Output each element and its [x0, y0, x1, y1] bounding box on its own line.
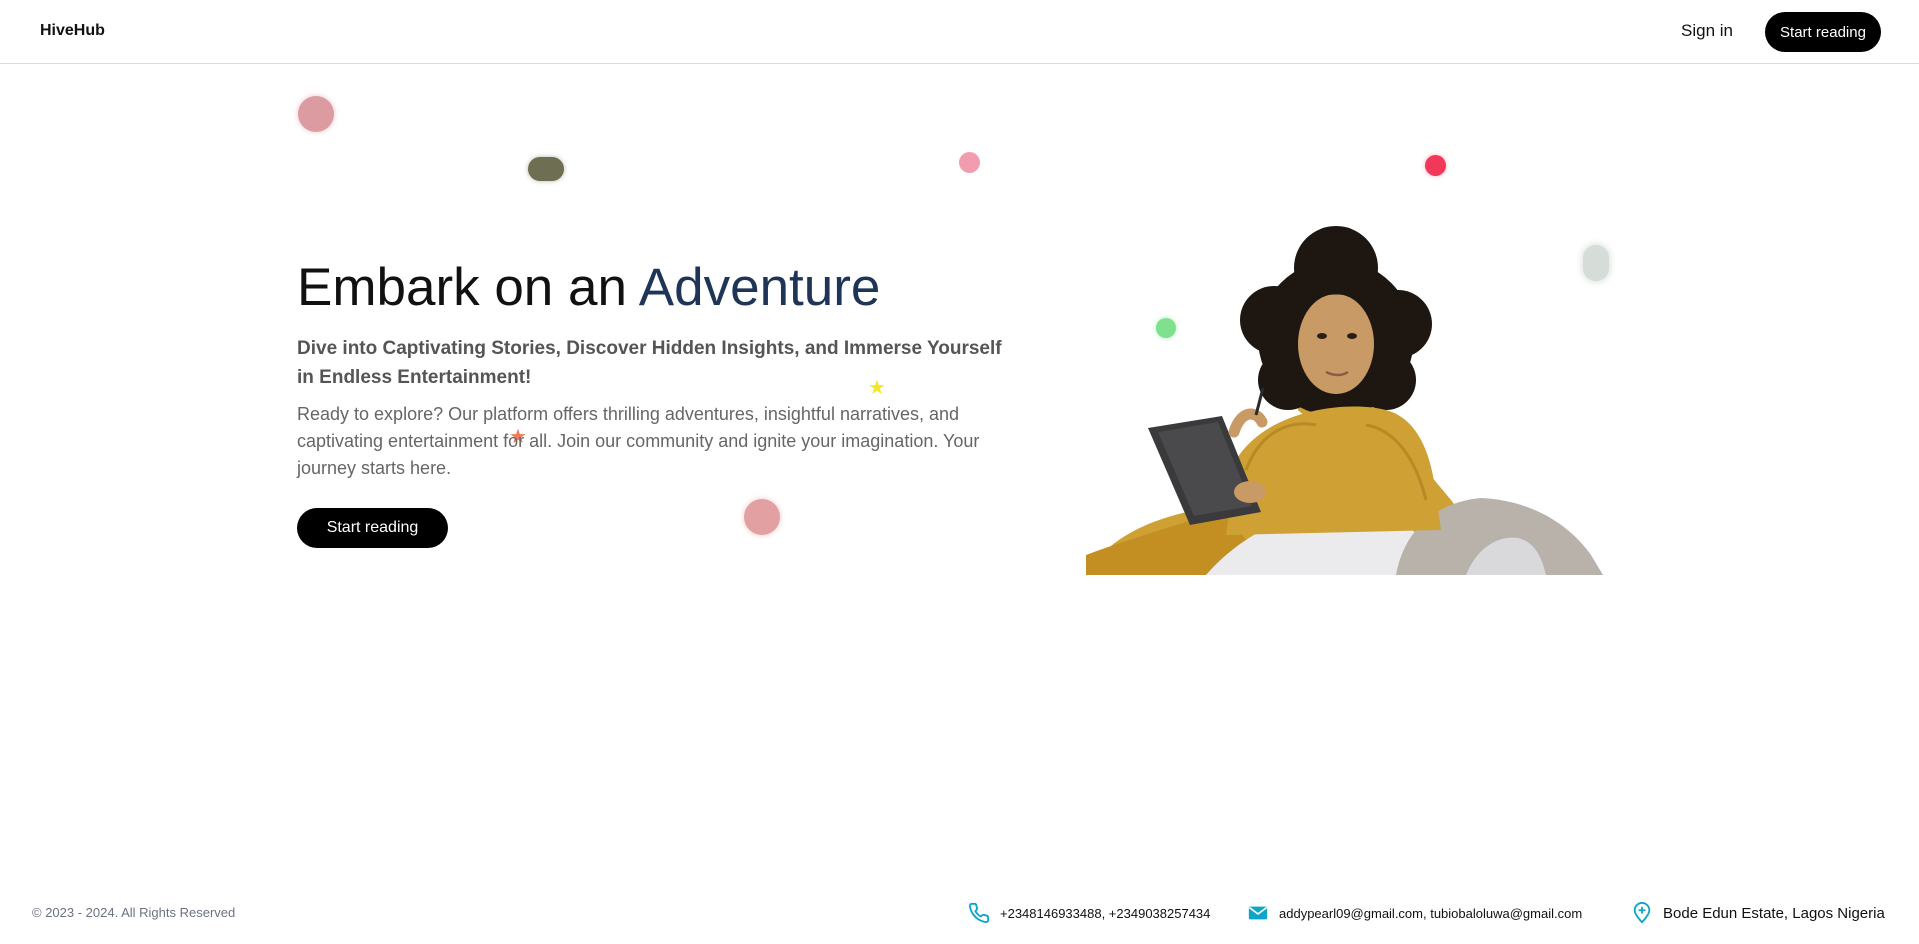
sign-in-link[interactable]: Sign in	[1681, 21, 1733, 41]
decorative-dot	[744, 499, 780, 535]
decorative-dot	[959, 152, 980, 173]
footer-location[interactable]: Bode Edun Estate, Lagos Nigeria	[1631, 900, 1885, 926]
hero-title-prefix: Embark on an	[297, 258, 627, 317]
hero-title-accent: Adventure	[638, 258, 881, 317]
footer-phone-text: +2348146933488, +2349038257434	[1000, 905, 1211, 921]
hero-subtitle: Dive into Captivating Stories, Discover …	[297, 338, 1002, 388]
hero-title: Embark on an Adventure	[297, 256, 880, 320]
decorative-dot	[1425, 155, 1446, 176]
brand-logo[interactable]: HiveHub	[40, 22, 105, 40]
footer-location-text: Bode Edun Estate, Lagos Nigeria	[1663, 904, 1885, 922]
hero-start-reading-button[interactable]: Start reading	[297, 508, 448, 548]
hero-woman-reading-tablet-illustration	[1086, 226, 1603, 575]
navbar: HiveHub Sign in Start reading	[0, 0, 1919, 64]
location-pin-icon	[1633, 902, 1651, 924]
footer-copyright: © 2023 - 2024. All Rights Reserved	[32, 905, 236, 920]
email-icon	[1248, 906, 1268, 920]
phone-icon	[969, 902, 990, 923]
decorative-pill	[528, 157, 564, 181]
footer-phone[interactable]: +2348146933488, +2349038257434	[968, 900, 1210, 926]
footer-email[interactable]: addypearl09@gmail.com, tubiobaloluwa@gma…	[1247, 900, 1582, 926]
footer-email-text: addypearl09@gmail.com, tubiobaloluwa@gma…	[1279, 905, 1583, 921]
decorative-dot	[298, 96, 334, 132]
nav-start-reading-button[interactable]: Start reading	[1765, 12, 1881, 52]
hero-description: Ready to explore? Our platform offers th…	[297, 404, 980, 478]
